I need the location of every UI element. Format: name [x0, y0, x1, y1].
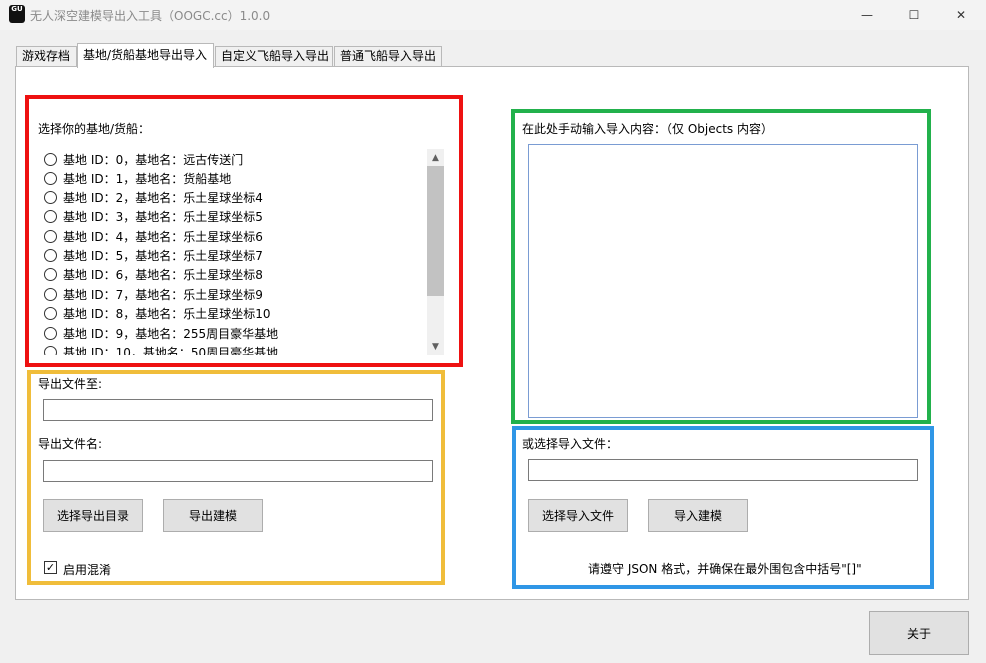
- export-path-label: 导出文件至:: [38, 377, 103, 391]
- base-select-label: 选择你的基地/货船：: [38, 122, 151, 136]
- radio-icon[interactable]: [44, 346, 57, 355]
- manual-import-label: 在此处手动输入导入内容：（仅 Objects 内容）: [522, 122, 773, 136]
- obfuscate-checkbox[interactable]: ✓: [44, 561, 57, 574]
- export-name-input[interactable]: [43, 460, 433, 482]
- export-name-label: 导出文件名:: [38, 437, 103, 451]
- radio-icon[interactable]: [44, 307, 57, 320]
- radio-icon[interactable]: [44, 327, 57, 340]
- base-option-label: 基地 ID：5，基地名：乐土星球坐标7: [63, 249, 263, 263]
- close-button[interactable]: ✕: [938, 0, 984, 30]
- base-option-label: 基地 ID：6，基地名：乐土星球坐标8: [63, 268, 263, 282]
- import-model-button[interactable]: 导入建模: [648, 499, 748, 532]
- tab-normal-ship[interactable]: 普通飞船导入导出: [334, 46, 442, 67]
- base-option[interactable]: 基地 ID：0，基地名：远古传送门: [37, 150, 243, 169]
- obfuscate-label: 启用混淆: [63, 563, 112, 577]
- window-title: 无人深空建模导出入工具（OOGC.cc）1.0.0: [30, 9, 271, 23]
- file-import-label: 或选择导入文件：: [522, 437, 619, 451]
- scroll-thumb[interactable]: [427, 166, 444, 296]
- base-list: 基地 ID：0，基地名：远古传送门 基地 ID：1，基地名：货船基地 基地 ID…: [37, 150, 444, 355]
- base-list-scrollbar[interactable]: ▲ ▼: [427, 149, 444, 355]
- tab-custom-ship[interactable]: 自定义飞船导入导出: [215, 46, 333, 67]
- maximize-button[interactable]: ☐: [891, 0, 937, 30]
- base-option-label: 基地 ID：9，基地名：255周目豪华基地: [63, 327, 279, 341]
- maximize-icon: ☐: [908, 8, 920, 22]
- base-option-label: 基地 ID：2，基地名：乐土星球坐标4: [63, 191, 263, 205]
- export-model-button[interactable]: 导出建模: [163, 499, 263, 532]
- base-option-label: 基地 ID：4，基地名：乐土星球坐标6: [63, 230, 263, 244]
- json-format-hint: 请遵守 JSON 格式，并确保在最外围包含中括号"[]": [588, 562, 862, 576]
- radio-icon[interactable]: [44, 172, 57, 185]
- radio-icon[interactable]: [44, 191, 57, 204]
- base-option-label: 基地 ID：1，基地名：货船基地: [63, 172, 232, 186]
- scroll-up-icon[interactable]: ▲: [427, 149, 444, 166]
- base-option-label: 基地 ID：10，基地名：50周目豪华基地: [63, 346, 279, 355]
- tab-game-save[interactable]: 游戏存档: [16, 46, 77, 67]
- tab-base-export-import[interactable]: 基地/货船基地导出导入: [77, 43, 214, 68]
- choose-export-dir-button[interactable]: 选择导出目录: [43, 499, 143, 532]
- radio-icon[interactable]: [44, 153, 57, 166]
- export-path-input[interactable]: [43, 399, 433, 421]
- manual-import-textarea[interactable]: [528, 144, 918, 418]
- base-option[interactable]: 基地 ID：8，基地名：乐土星球坐标10: [37, 304, 271, 323]
- minimize-icon: —: [861, 8, 873, 22]
- radio-icon[interactable]: [44, 210, 57, 223]
- choose-import-file-button[interactable]: 选择导入文件: [528, 499, 628, 532]
- base-option[interactable]: 基地 ID：4，基地名：乐土星球坐标6: [37, 227, 263, 246]
- base-option-label: 基地 ID：0，基地名：远古传送门: [63, 153, 244, 167]
- about-button[interactable]: 关于: [869, 611, 969, 655]
- radio-icon[interactable]: [44, 249, 57, 262]
- base-option[interactable]: 基地 ID：1，基地名：货船基地: [37, 169, 231, 188]
- scroll-down-icon[interactable]: ▼: [427, 338, 444, 355]
- title-bar: GU 无人深空建模导出入工具（OOGC.cc）1.0.0 — ☐ ✕: [0, 0, 986, 30]
- minimize-button[interactable]: —: [844, 0, 890, 30]
- base-option[interactable]: 基地 ID：3，基地名：乐土星球坐标5: [37, 207, 263, 226]
- radio-icon[interactable]: [44, 288, 57, 301]
- base-option[interactable]: 基地 ID：6，基地名：乐土星球坐标8: [37, 265, 263, 284]
- base-option-label: 基地 ID：8，基地名：乐土星球坐标10: [63, 307, 271, 321]
- app-logo-icon: GU: [9, 5, 25, 23]
- base-option[interactable]: 基地 ID：5，基地名：乐土星球坐标7: [37, 246, 263, 265]
- radio-icon[interactable]: [44, 230, 57, 243]
- base-option[interactable]: 基地 ID：10，基地名：50周目豪华基地: [37, 343, 278, 355]
- checkmark-icon: ✓: [45, 561, 56, 574]
- base-option[interactable]: 基地 ID：2，基地名：乐土星球坐标4: [37, 188, 263, 207]
- radio-icon[interactable]: [44, 268, 57, 281]
- import-file-input[interactable]: [528, 459, 918, 481]
- base-option-label: 基地 ID：3，基地名：乐土星球坐标5: [63, 210, 263, 224]
- base-option-label: 基地 ID：7，基地名：乐土星球坐标9: [63, 288, 263, 302]
- base-option[interactable]: 基地 ID：9，基地名：255周目豪华基地: [37, 324, 278, 343]
- base-option[interactable]: 基地 ID：7，基地名：乐土星球坐标9: [37, 285, 263, 304]
- close-icon: ✕: [955, 8, 967, 22]
